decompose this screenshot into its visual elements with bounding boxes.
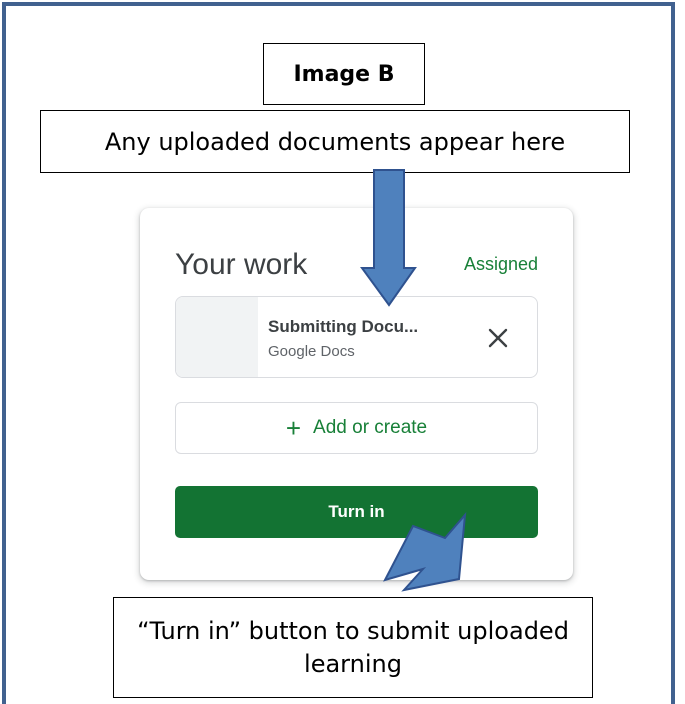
attachment-type: Google Docs [268, 343, 355, 360]
attachment-item[interactable]: Submitting Docu... Google Docs [175, 296, 538, 378]
top-caption-text: Any uploaded documents appear here [104, 127, 566, 156]
attachment-thumbnail [176, 297, 258, 377]
add-or-create-button[interactable]: + Add or create [175, 402, 538, 454]
bottom-caption-text: “Turn in” button to submit uploaded lear… [137, 617, 569, 678]
bottom-caption: “Turn in” button to submit uploaded lear… [113, 597, 593, 698]
your-work-card: Your work Assigned Submitting Docu... Go… [140, 208, 573, 580]
plus-icon: + [285, 413, 302, 443]
add-or-create-label: Add or create [313, 417, 428, 438]
turn-in-button[interactable]: Turn in [175, 486, 538, 538]
top-caption: Any uploaded documents appear here [40, 110, 630, 173]
card-title: Your work [175, 248, 308, 281]
image-label-text: Image B [293, 61, 395, 87]
remove-attachment-button[interactable] [485, 325, 511, 351]
close-icon [488, 328, 508, 348]
image-label: Image B [263, 43, 425, 105]
turn-in-label: Turn in [328, 502, 385, 521]
status-badge: Assigned [463, 254, 538, 274]
attachment-name: Submitting Docu... [268, 317, 419, 336]
